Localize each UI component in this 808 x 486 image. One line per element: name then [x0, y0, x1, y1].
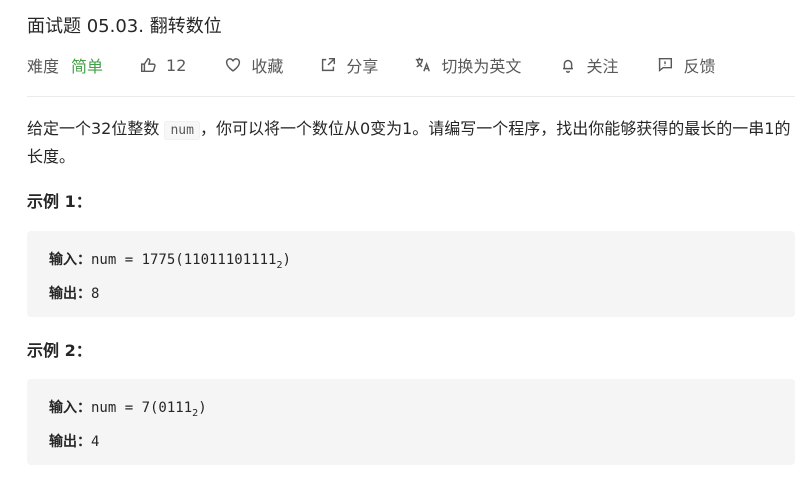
description-text: 给定一个32位整数: [27, 119, 165, 138]
inline-code: num: [164, 121, 200, 140]
example-1-input: 输入：num = 1775(110111011112): [49, 246, 773, 280]
share-button[interactable]: 分享: [319, 53, 378, 77]
problem-description: 给定一个32位整数 num ，你可以将一个数位从0变为1。请编写一个程序，找出你能…: [27, 116, 795, 170]
share-label: 分享: [346, 57, 379, 76]
problem-title: 面试题 05.03. 翻转数位: [27, 16, 222, 37]
divider: [27, 96, 795, 97]
input-close: ): [198, 400, 207, 416]
example-2-output: 输出：4: [49, 428, 773, 457]
problem-meta-bar: 难度 简单 12 收藏 分享 切换为英文 关注 反馈: [27, 52, 715, 78]
heart-icon: [226, 58, 241, 72]
output-value: 8: [91, 285, 100, 302]
example-1-title: 示例 1：: [27, 192, 92, 211]
share-icon: [322, 57, 336, 72]
example-1-block: 输入：num = 1775(110111011112) 输出：8: [27, 231, 795, 317]
feedback-label: 反馈: [683, 57, 716, 76]
switch-language-button[interactable]: 切换为英文: [414, 53, 521, 77]
feedback-icon: [659, 57, 673, 72]
thumbs-up-icon: [141, 57, 156, 73]
follow-label: 关注: [586, 57, 619, 76]
input-label: 输入：: [49, 252, 91, 268]
example-2-input: 输入：num = 7(01112): [49, 394, 773, 428]
follow-button[interactable]: 关注: [559, 53, 618, 77]
example-2-title: 示例 2：: [27, 341, 92, 360]
input-label: 输入：: [49, 400, 91, 416]
like-count: 12: [166, 55, 187, 75]
output-label: 输出：: [49, 285, 91, 302]
input-value: num = 1775(11011101111: [91, 252, 277, 268]
input-value: num = 7(0111: [91, 400, 193, 416]
like-button[interactable]: 12: [139, 56, 186, 75]
translate-icon: [416, 57, 431, 72]
favorite-button[interactable]: 收藏: [224, 53, 283, 77]
example-1-output: 输出：8: [49, 280, 773, 309]
output-value: 4: [91, 433, 100, 450]
input-close: ): [282, 252, 291, 268]
feedback-button[interactable]: 反馈: [656, 53, 715, 77]
problem-page: 面试题 05.03. 翻转数位 难度 简单 12 收藏 分享 切换为英文 关注 …: [0, 0, 808, 486]
switch-language-label: 切换为英文: [441, 57, 522, 76]
difficulty-badge: 简单: [71, 57, 104, 76]
favorite-label: 收藏: [251, 57, 284, 76]
bell-icon: [563, 59, 574, 73]
output-label: 输出：: [49, 433, 91, 450]
example-2-block: 输入：num = 7(01112) 输出：4: [27, 379, 795, 465]
difficulty-label: 难度: [27, 57, 60, 76]
